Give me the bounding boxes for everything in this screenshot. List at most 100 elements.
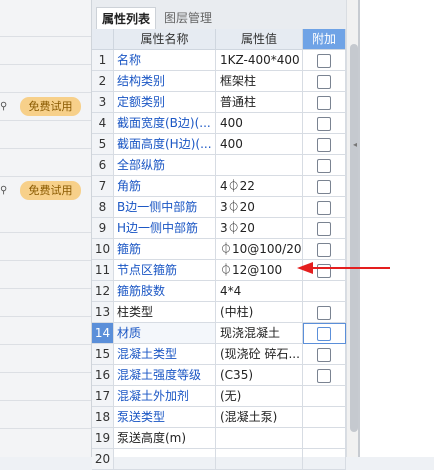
property-name[interactable]: 混凝土外加剂	[114, 386, 216, 407]
table-row[interactable]: 9 H边一侧中部筋 3⏀20	[92, 218, 346, 239]
table-row[interactable]: 3 定额类别 普通柱	[92, 92, 346, 113]
property-value[interactable]: ⏀12@100	[216, 260, 303, 281]
table-row[interactable]: 18 泵送类型 (混凝土泵)	[92, 407, 346, 428]
row-number: 7	[92, 176, 114, 197]
property-value[interactable]	[216, 428, 303, 449]
table-row[interactable]: 2 结构类别 框架柱	[92, 71, 346, 92]
property-name[interactable]: 混凝土类型	[114, 344, 216, 365]
property-name[interactable]: 混凝土强度等级	[114, 365, 216, 386]
table-row[interactable]: 16 混凝土强度等级 (C35)	[92, 365, 346, 386]
property-value[interactable]: 4*4	[216, 281, 303, 302]
property-name[interactable]: 节点区箍筋	[114, 260, 216, 281]
property-value[interactable]: ⏀10@100/200	[216, 239, 303, 260]
tab-layers[interactable]: 图层管理	[156, 7, 220, 29]
header-property-name[interactable]: 属性名称	[114, 29, 216, 50]
table-row[interactable]: 12 箍筋肢数 4*4	[92, 281, 346, 302]
tab-properties[interactable]: 属性列表	[96, 7, 156, 30]
annotation-arrow-head-icon	[297, 262, 313, 274]
scrollbar-thumb[interactable]	[350, 44, 358, 432]
additional-checkbox[interactable]	[317, 159, 331, 173]
left-divider	[0, 176, 91, 177]
table-row[interactable]: 13 柱类型 (中柱)	[92, 302, 346, 323]
header-additional[interactable]: 附加	[303, 29, 346, 50]
row-number: 10	[92, 239, 114, 260]
property-value[interactable]: 框架柱	[216, 71, 303, 92]
property-value[interactable]: (现浇砼 碎石...	[216, 344, 303, 365]
property-name[interactable]: 截面高度(H边)(...	[114, 134, 216, 155]
additional-checkbox[interactable]	[317, 96, 331, 110]
header-property-value[interactable]: 属性值	[216, 29, 303, 50]
row-number: 16	[92, 365, 114, 386]
table-row[interactable]: 8 B边一侧中部筋 3⏀20	[92, 197, 346, 218]
table-row[interactable]: 6 全部纵筋	[92, 155, 346, 176]
property-name[interactable]: 箍筋	[114, 239, 216, 260]
property-value[interactable]: (无)	[216, 386, 303, 407]
property-value[interactable]: (C35)	[216, 365, 303, 386]
property-value[interactable]: 3⏀20	[216, 218, 303, 239]
additional-cell	[303, 134, 346, 155]
additional-checkbox[interactable]	[317, 222, 331, 236]
table-row[interactable]: 17 混凝土外加剂 (无)	[92, 386, 346, 407]
additional-cell	[303, 92, 346, 113]
table-row[interactable]: 7 角筋 4⏀22	[92, 176, 346, 197]
table-row[interactable]: 1 名称 1KZ-400*400	[92, 50, 346, 71]
additional-cell	[303, 50, 346, 71]
property-value[interactable]: 现浇混凝土	[216, 323, 303, 344]
property-name[interactable]	[114, 449, 216, 470]
free-trial-badge[interactable]: 免费试用	[20, 181, 81, 200]
additional-checkbox[interactable]	[317, 369, 331, 383]
property-value[interactable]: 400	[216, 113, 303, 134]
property-name[interactable]: 角筋	[114, 176, 216, 197]
table-row[interactable]: 20	[92, 449, 346, 470]
property-value[interactable]: 4⏀22	[216, 176, 303, 197]
canvas-area[interactable]	[360, 0, 434, 457]
additional-checkbox[interactable]	[317, 54, 331, 68]
table-row[interactable]: 4 截面宽度(B边)(... 400	[92, 113, 346, 134]
additional-checkbox[interactable]	[317, 243, 331, 257]
left-divider	[0, 288, 91, 289]
header-row-number	[92, 29, 114, 50]
property-name[interactable]: 名称	[114, 50, 216, 71]
property-value[interactable]: (混凝土泵)	[216, 407, 303, 428]
additional-checkbox[interactable]	[317, 75, 331, 89]
additional-checkbox[interactable]	[317, 348, 331, 362]
row-number: 15	[92, 344, 114, 365]
property-name[interactable]: 定额类别	[114, 92, 216, 113]
property-name[interactable]: B边一侧中部筋	[114, 197, 216, 218]
chevron-left-icon[interactable]: ◂	[353, 140, 358, 150]
table-row[interactable]: 5 截面高度(H边)(... 400	[92, 134, 346, 155]
additional-checkbox[interactable]	[317, 306, 331, 320]
property-name[interactable]: 箍筋肢数	[114, 281, 216, 302]
left-divider	[0, 344, 91, 345]
annotation-arrow-line	[313, 267, 390, 269]
table-row[interactable]: 15 混凝土类型 (现浇砼 碎石...	[92, 344, 346, 365]
table-row[interactable]: 19 泵送高度(m)	[92, 428, 346, 449]
additional-checkbox[interactable]	[317, 138, 331, 152]
property-value[interactable]	[216, 155, 303, 176]
property-value[interactable]: 400	[216, 134, 303, 155]
property-value[interactable]: 3⏀20	[216, 197, 303, 218]
additional-checkbox[interactable]	[317, 117, 331, 131]
additional-cell	[303, 449, 346, 470]
table-row[interactable]: 14 材质 现浇混凝土	[92, 323, 346, 344]
property-name[interactable]: 截面宽度(B边)(...	[114, 113, 216, 134]
property-name[interactable]: 泵送高度(m)	[114, 428, 216, 449]
row-number: 1	[92, 50, 114, 71]
additional-cell	[303, 407, 346, 428]
property-name[interactable]: 结构类别	[114, 71, 216, 92]
property-name[interactable]: H边一侧中部筋	[114, 218, 216, 239]
table-row[interactable]: 10 箍筋 ⏀10@100/200	[92, 239, 346, 260]
property-value[interactable]: (中柱)	[216, 302, 303, 323]
left-divider	[0, 260, 91, 261]
property-name[interactable]: 柱类型	[114, 302, 216, 323]
property-value[interactable]: 1KZ-400*400	[216, 50, 303, 71]
free-trial-badge[interactable]: 免费试用	[20, 97, 81, 116]
property-value[interactable]	[216, 449, 303, 470]
property-name[interactable]: 材质	[114, 323, 216, 344]
additional-checkbox[interactable]	[317, 180, 331, 194]
property-name[interactable]: 泵送类型	[114, 407, 216, 428]
additional-cell	[303, 176, 346, 197]
property-value[interactable]: 普通柱	[216, 92, 303, 113]
property-name[interactable]: 全部纵筋	[114, 155, 216, 176]
additional-checkbox[interactable]	[317, 201, 331, 215]
